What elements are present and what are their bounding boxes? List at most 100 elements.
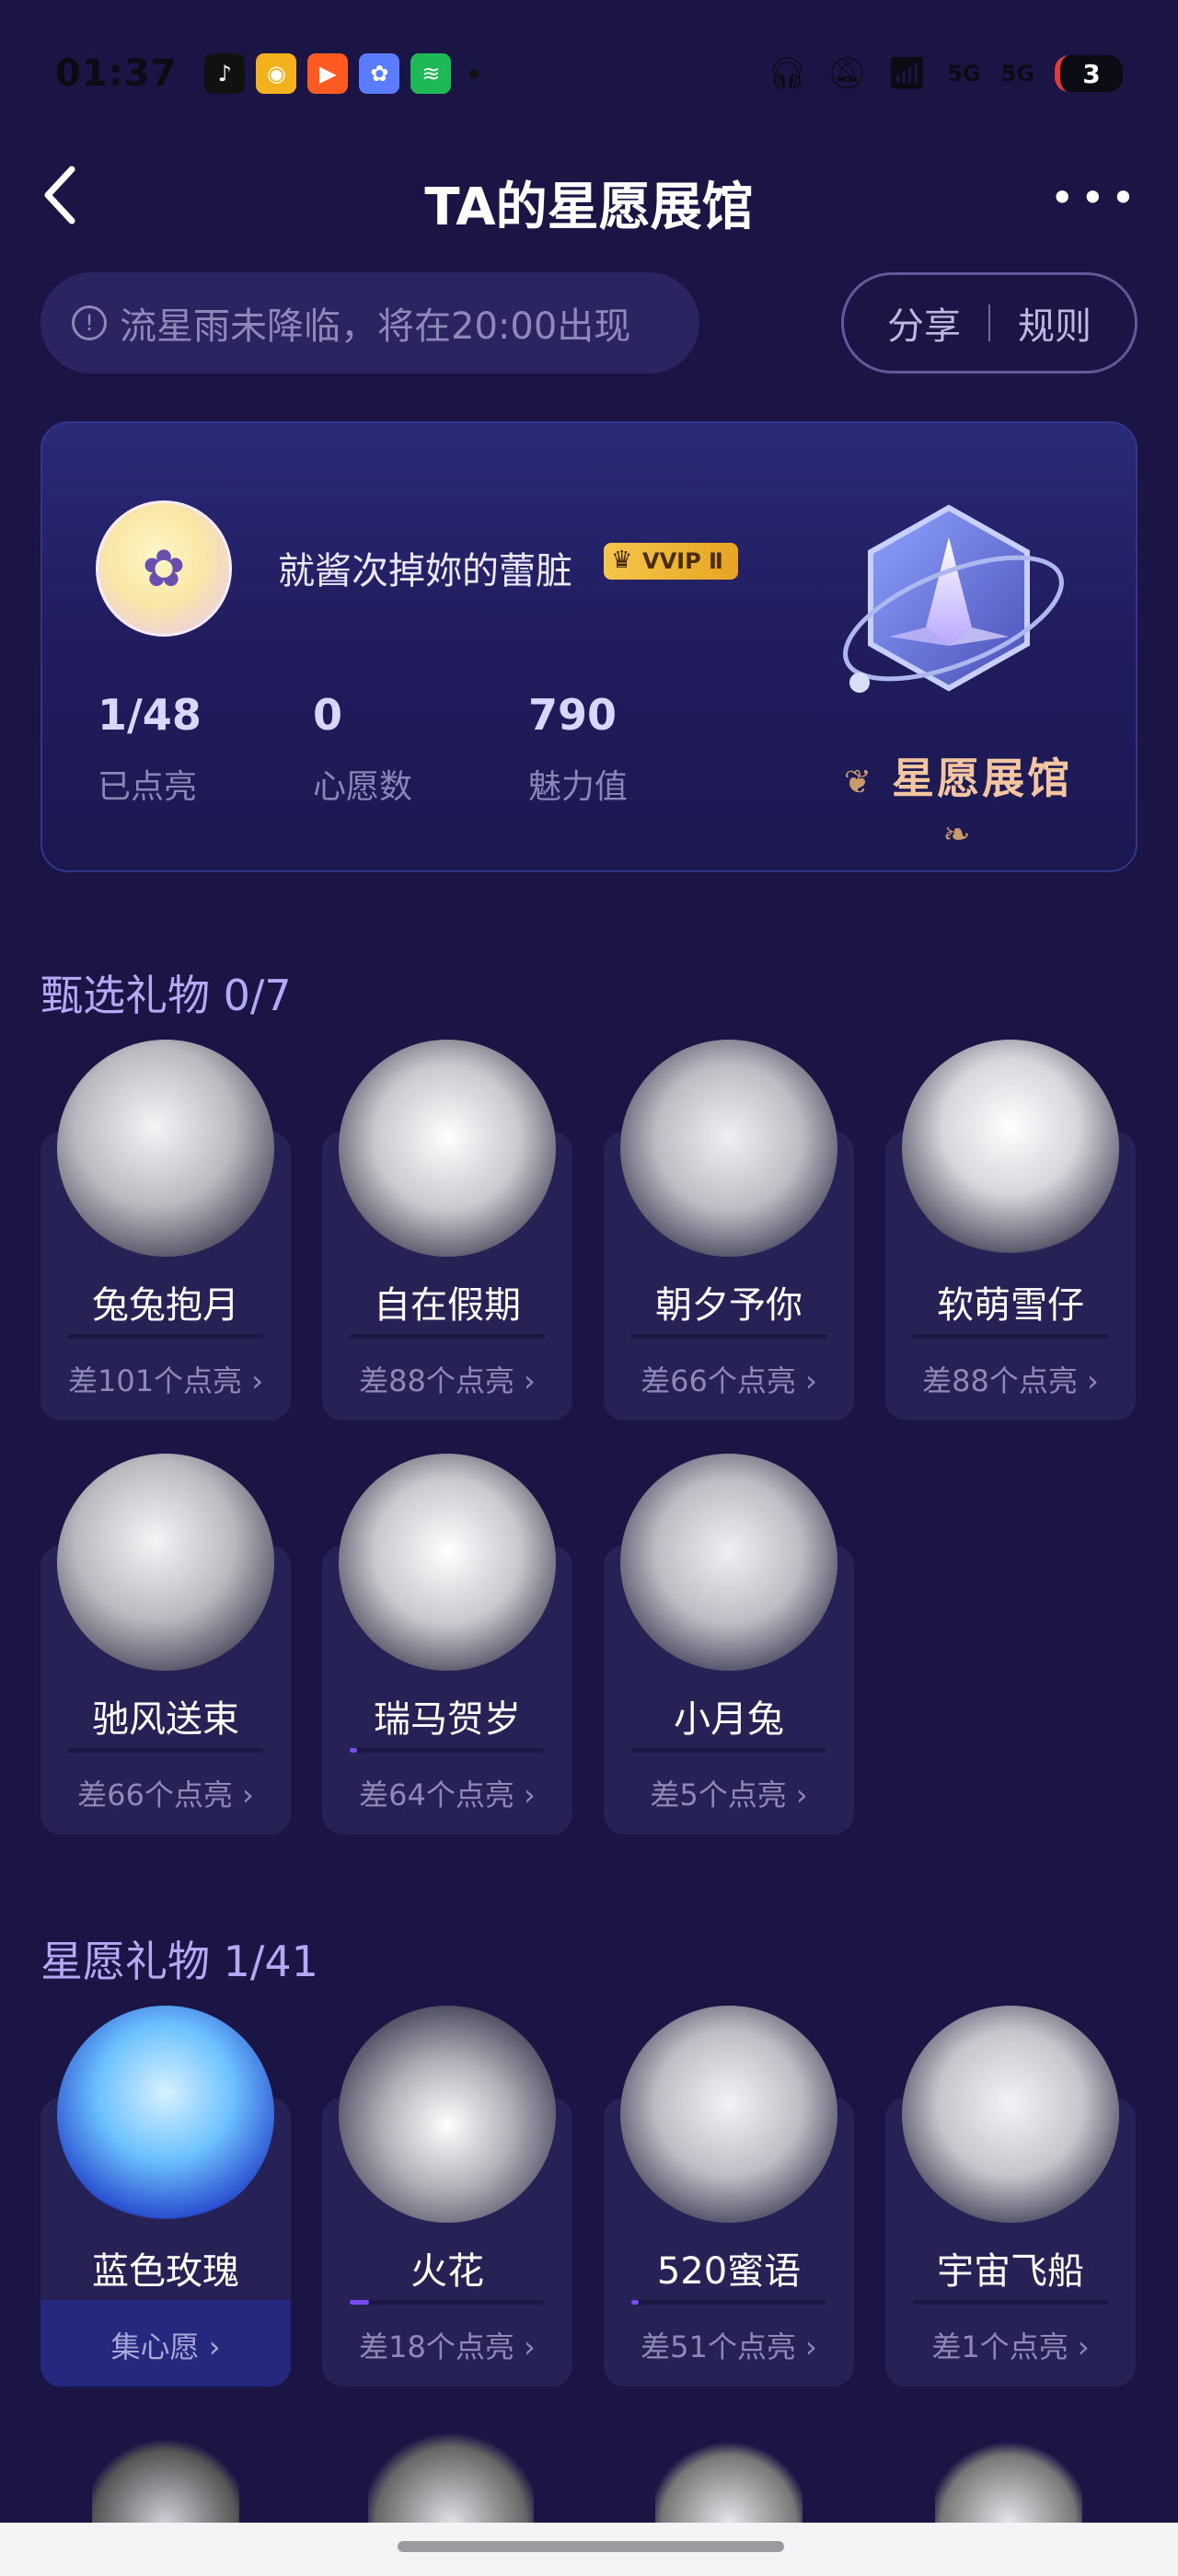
gift-name: 宇宙飞船: [937, 2250, 1084, 2293]
gift-progress-bar: [631, 1334, 826, 1339]
badge-title: ❦ 星愿展馆 ❧: [838, 745, 1078, 856]
gift-image: [57, 1454, 274, 1671]
battery-icon: 3: [1055, 55, 1123, 92]
stat-charm: 790 魅力值: [528, 690, 744, 808]
chevron-right-icon: ›: [795, 2329, 817, 2364]
chevron-right-icon: ›: [1077, 1363, 1099, 1398]
more-notifications-icon: [469, 69, 479, 78]
gift-image: [57, 1040, 274, 1257]
stat-value: 790: [528, 690, 618, 740]
gift-image: [620, 1040, 837, 1257]
gift-status[interactable]: 差5个点亮 ›: [604, 1772, 854, 1814]
laurel-right-icon: ❧: [942, 816, 974, 854]
gift-status-text: 差101个点亮: [67, 1363, 243, 1398]
castle-gift-thumbnail: [92, 2429, 239, 2523]
gift-name: 自在假期: [374, 1284, 521, 1327]
featured-section-title: 甄选礼物 0/7: [40, 971, 292, 1020]
laurel-left-icon: ❦: [843, 764, 875, 801]
gift-status-text: 差64个点亮: [359, 1777, 514, 1812]
gift-card[interactable]: 软萌雪仔差88个点亮 ›: [885, 1040, 1136, 1426]
username: 就酱次掉妳的蕾脏: [278, 550, 572, 592]
gift-status-text: 集心愿: [110, 2329, 200, 2364]
gift-progress-bar: [913, 2300, 1108, 2305]
stats-row: 1/48 已点亮 0 心愿数 790 魅力值: [98, 690, 744, 808]
gift-status[interactable]: 集心愿 ›: [40, 2324, 291, 2366]
gift-progress-bar: [68, 1334, 263, 1339]
gift-progress-fill: [631, 2300, 640, 2305]
gift-status-text: 差1个点亮: [931, 2329, 1068, 2364]
gift-progress-bar: [350, 2300, 545, 2305]
gift-status[interactable]: 差51个点亮 ›: [604, 2324, 854, 2366]
wifi-icon: 📶︎: [887, 55, 928, 92]
signal-5g-icon: 5G: [947, 61, 981, 86]
gift-card[interactable]: 驰风送束 差66个点亮 ›: [40, 1454, 291, 1840]
gift-card[interactable]: 火花 差18个点亮 ›: [322, 2006, 572, 2392]
gift-status[interactable]: 差88个点亮 ›: [885, 1358, 1136, 1400]
gift-progress-bar: [631, 2300, 826, 2305]
gift-card[interactable]: 520蜜语差51个点亮 ›: [604, 2006, 854, 2392]
divider: [988, 305, 990, 341]
gift-card[interactable]: 宇宙飞船差1个点亮 ›: [885, 2006, 1136, 2392]
gift-card[interactable]: 自在假期差88个点亮 ›: [322, 1040, 572, 1426]
gift-name: 520蜜语: [656, 2250, 802, 2293]
gift-status[interactable]: 差66个点亮 ›: [604, 1358, 854, 1400]
gift-status-text: 差18个点亮: [359, 2329, 514, 2364]
gift-card[interactable]: 蓝色玫瑰 集心愿 ›: [40, 2006, 291, 2392]
tiktok-icon: ♪: [204, 53, 246, 94]
headphones-icon: 🎧︎: [767, 55, 807, 92]
info-icon: !: [72, 305, 107, 340]
gift-card[interactable]: 朝夕予你差66个点亮 ›: [604, 1040, 854, 1426]
gift-image: [620, 1454, 837, 1671]
gift-status[interactable]: 差18个点亮 ›: [322, 2324, 572, 2366]
gift-image: [620, 2006, 837, 2223]
gift-status-text: 差51个点亮: [641, 2329, 796, 2364]
chevron-right-icon: ›: [514, 1363, 536, 1398]
gallery-icon: ✿: [359, 53, 400, 94]
gift-status[interactable]: 差101个点亮 ›: [40, 1358, 291, 1400]
status-time: 01:37: [55, 52, 178, 95]
gift-progress-fill: [350, 1748, 358, 1753]
gift-card[interactable]: 瑞马贺岁差64个点亮 ›: [322, 1454, 572, 1840]
gift-image: [902, 2006, 1119, 2223]
gift-progress-bar: [913, 1334, 1108, 1339]
gift-status-text: 差5个点亮: [650, 1777, 787, 1812]
gift-status[interactable]: 差66个点亮 ›: [40, 1772, 291, 1814]
stat-label: 心愿数: [313, 768, 413, 806]
gift-status[interactable]: 差88个点亮 ›: [322, 1358, 572, 1400]
gift-image: [339, 2006, 556, 2223]
gift-image: [339, 1454, 556, 1671]
profile-card: ✿ 就酱次掉妳的蕾脏 ♛ VVIP Ⅱ 1/48 已点亮 0 心愿数 790 魅…: [40, 421, 1138, 872]
gift-card[interactable]: 兔兔抱月 差101个点亮 ›: [40, 1040, 291, 1426]
gift-card[interactable]: 小月兔差5个点亮 ›: [604, 1454, 854, 1840]
chevron-right-icon: ›: [232, 1777, 254, 1812]
stat-value: 0: [313, 690, 343, 740]
cat-gift-thumbnail: [655, 2438, 803, 2523]
gift-image: [57, 2006, 274, 2223]
vip-label: VVIP Ⅱ: [642, 548, 723, 574]
gift-progress-bar: [68, 1748, 263, 1753]
chevron-right-icon: ›: [199, 2329, 221, 2364]
share-button[interactable]: 分享: [887, 296, 961, 350]
stat-wishes: 0 心愿数: [313, 690, 528, 808]
vip-badge: ♛ VVIP Ⅱ: [604, 543, 738, 580]
rules-button[interactable]: 规则: [1018, 296, 1091, 350]
couple-gift-thumbnail: [368, 2429, 534, 2523]
gift-name: 小月兔: [674, 1698, 784, 1741]
stat-label: 已点亮: [98, 768, 198, 806]
gift-name: 软萌雪仔: [937, 1284, 1084, 1327]
weibo-icon: ◉: [256, 53, 297, 94]
gift-status[interactable]: 差64个点亮 ›: [322, 1772, 572, 1814]
gift-name: 朝夕予你: [655, 1284, 803, 1327]
gift-status[interactable]: 差1个点亮 ›: [885, 2324, 1136, 2366]
signal-5g-icon-2: 5G: [1000, 61, 1034, 86]
gift-name: 瑞马贺岁: [374, 1698, 521, 1741]
chevron-right-icon: ›: [795, 1363, 817, 1398]
chevron-right-icon: ›: [242, 1363, 264, 1398]
gift-progress-bar: [350, 1334, 545, 1339]
avatar[interactable]: ✿: [96, 500, 232, 637]
home-indicator[interactable]: [398, 2541, 784, 2552]
more-options-button[interactable]: •••: [1050, 173, 1141, 223]
gift-image: [339, 1040, 556, 1257]
gift-progress-bar: [631, 1748, 826, 1753]
stat-label: 魅力值: [528, 768, 629, 806]
